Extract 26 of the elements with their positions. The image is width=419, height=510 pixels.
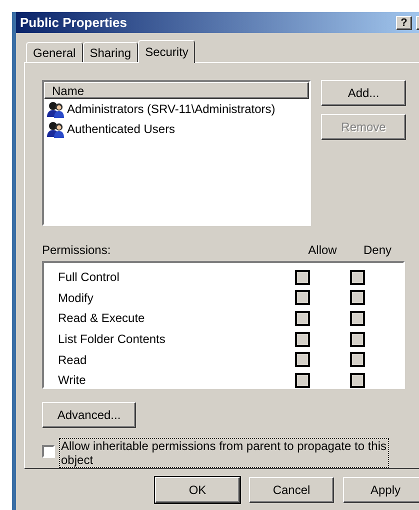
dialog-button[interactable]: Cancel [249,477,334,503]
users-icon [47,100,65,118]
permission-name: Full Control [58,270,120,284]
list-item[interactable]: Authenticated Users [67,122,176,136]
dialog-button[interactable]: Apply [343,477,419,503]
permission-name: Write [58,373,87,388]
permission-name: Read & Execute [58,311,146,326]
column-header: Allow [307,243,338,257]
column-header[interactable]: Name [44,82,309,99]
permission-name: Read [58,352,88,367]
permission-name: Modify [58,290,94,305]
window-title: Public Properties [20,15,128,30]
list-item[interactable]: Administrators (SRV-11\Administrators) [67,102,276,116]
users-icon [47,120,65,138]
permission-name: List Folder Contents [58,332,166,346]
column-header: Deny [362,243,392,257]
tab[interactable]: General [26,42,83,62]
permissions-label: Permissions: [42,243,112,257]
advanced-button[interactable]: Advanced... [42,402,136,428]
add-button[interactable]: Add... [321,80,406,106]
inherit-checkbox[interactable] [42,445,55,458]
help-button[interactable]: ? [396,16,412,30]
tab[interactable]: Sharing [82,42,138,62]
inherit-label[interactable]: Allow inheritable permissions from parent to propagate to this object [59,438,389,468]
tab[interactable]: Security [138,40,196,63]
dialog-button[interactable]: OK [155,477,240,503]
